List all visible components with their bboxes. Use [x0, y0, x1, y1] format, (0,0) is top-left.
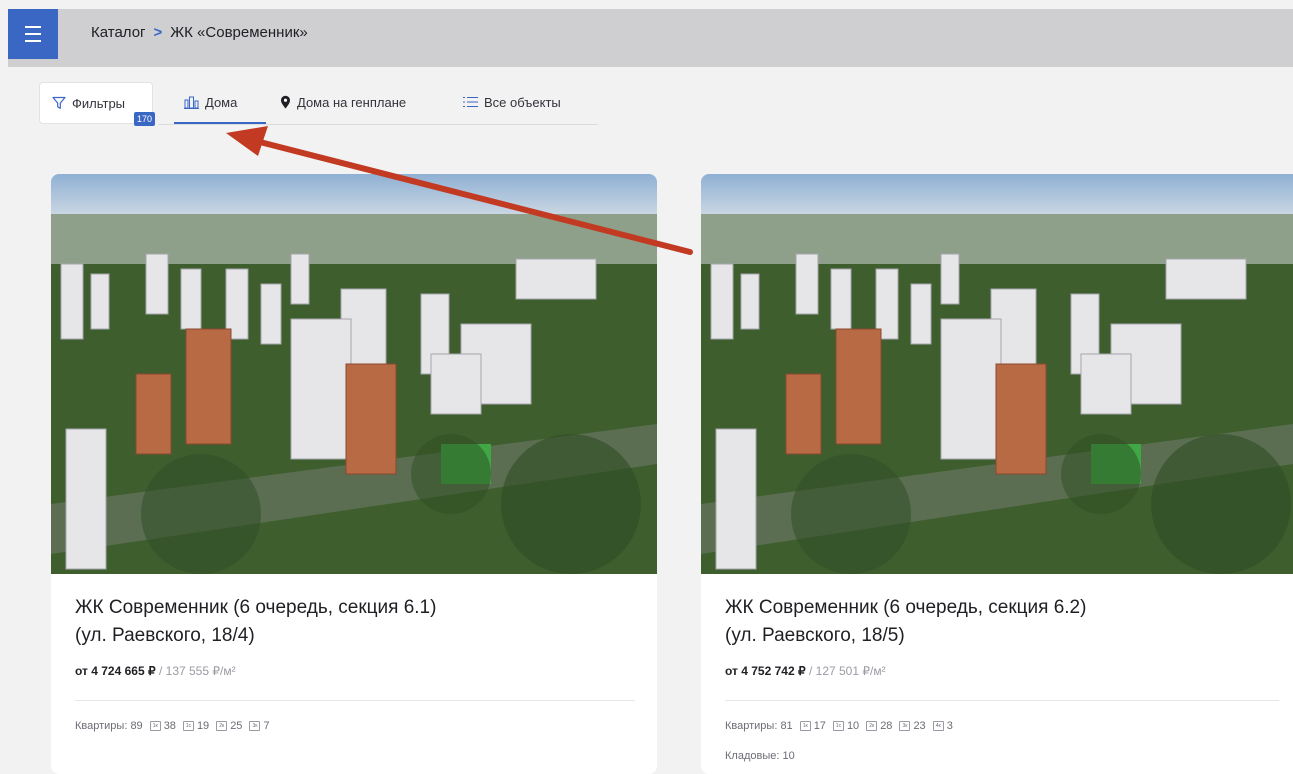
tab-genplan[interactable]: Дома на генплане — [280, 90, 406, 114]
filters-label: Фильтры — [72, 95, 126, 111]
house-price: от 4 752 742 ₽ / 127 501 ₽/м² — [725, 664, 886, 678]
house-card[interactable]: ЖК Современник (6 очередь, секция 6.2) (… — [701, 174, 1293, 774]
room-type-count: 1к 38 — [149, 720, 176, 732]
house-title[interactable]: ЖК Современник (6 очередь, секция 6.2) (… — [725, 594, 1285, 650]
house-photo — [51, 174, 657, 574]
house-title-line2: (ул. Раевского, 18/5) — [725, 625, 905, 646]
room-type-icon: 1к — [799, 721, 811, 731]
breadcrumb-separator: > — [153, 24, 163, 41]
room-type-count: 2к 25 — [216, 720, 242, 732]
price-per-sqm: 137 555 ₽/м² — [165, 664, 236, 678]
room-count: 17 — [813, 720, 826, 732]
apartments-label: Квартиры: 81 — [725, 720, 793, 732]
room-count: 7 — [263, 720, 270, 732]
tab-genplan-label: Дома на генплане — [297, 94, 407, 110]
room-type-icon: 3к — [899, 721, 911, 731]
room-count: 25 — [230, 720, 243, 732]
room-type-icon: 2к — [866, 721, 878, 731]
price-separator: / — [808, 664, 813, 678]
room-type-icon: 1с — [182, 721, 194, 731]
room-type-count: 3к 23 — [899, 720, 926, 732]
tab-houses-label: Дома — [205, 94, 238, 110]
buildings-icon — [184, 96, 199, 109]
breadcrumb-catalog-link[interactable]: Каталог — [91, 24, 146, 41]
view-tabs: Фильтры 170 Дома Дома на генплане Все об… — [8, 67, 1293, 142]
list-icon — [463, 97, 478, 107]
apartments-summary: Квартиры: 81 1к 17 1с 10 2к 28 3к 23 4к 3 — [725, 720, 953, 732]
house-card[interactable]: ЖК Современник (6 очередь, секция 6.1) (… — [51, 174, 657, 774]
filter-icon — [52, 96, 66, 109]
price-separator: / — [158, 664, 163, 678]
tab-all-objects[interactable]: Все объекты — [463, 90, 561, 114]
card-divider — [725, 700, 1279, 701]
house-title-line1: ЖК Современник (6 очередь, секция 6.1) — [75, 597, 437, 618]
room-type-count: 1с 10 — [832, 720, 860, 732]
house-title-line1: ЖК Современник (6 очередь, секция 6.2) — [725, 597, 1087, 618]
top-bar: Каталог > ЖК «Современник» — [8, 9, 1293, 67]
tabs-divider — [158, 124, 598, 125]
map-pin-icon — [281, 95, 290, 109]
filters-count-badge: 170 — [134, 112, 156, 126]
room-type-icon: 1с — [832, 721, 844, 731]
breadcrumb: Каталог > ЖК «Современник» — [91, 24, 308, 41]
price-from: от 4 752 742 ₽ — [725, 664, 806, 678]
room-count: 38 — [163, 720, 176, 732]
menu-icon[interactable] — [8, 9, 58, 59]
active-tab-indicator — [174, 122, 266, 124]
house-price: от 4 724 665 ₽ / 137 555 ₽/м² — [75, 664, 236, 678]
apartments-label: Квартиры: 89 — [75, 720, 143, 732]
house-photo — [701, 174, 1293, 574]
apartments-summary: Квартиры: 89 1к 38 1с 19 2к 25 3к 7 — [75, 720, 270, 732]
price-from: от 4 724 665 ₽ — [75, 664, 156, 678]
house-title-line2: (ул. Раевского, 18/4) — [75, 625, 255, 646]
card-divider — [75, 700, 635, 701]
breadcrumb-current: ЖК «Современник» — [170, 24, 308, 41]
room-type-count: 3к 7 — [249, 720, 270, 732]
tab-all-objects-label: Все объекты — [484, 94, 561, 110]
room-type-icon: 2к — [216, 721, 228, 731]
room-type-count: 1к 17 — [799, 720, 826, 732]
room-count: 3 — [946, 720, 953, 732]
room-count: 19 — [196, 720, 210, 732]
storage-summary: Кладовые: 10 — [725, 750, 795, 762]
room-count: 23 — [913, 720, 926, 732]
room-type-icon: 1к — [149, 721, 161, 731]
room-type-count: 4к 3 — [932, 720, 953, 732]
room-type-icon: 3к — [249, 721, 261, 731]
room-type-count: 2к 28 — [866, 720, 892, 732]
price-per-sqm: 127 501 ₽/м² — [815, 664, 886, 678]
room-type-icon: 4к — [932, 721, 944, 731]
house-title[interactable]: ЖК Современник (6 очередь, секция 6.1) (… — [75, 594, 635, 650]
room-count: 28 — [880, 720, 893, 732]
room-count: 10 — [846, 720, 860, 732]
tab-houses[interactable]: Дома — [184, 90, 237, 114]
room-type-count: 1с 19 — [182, 720, 210, 732]
